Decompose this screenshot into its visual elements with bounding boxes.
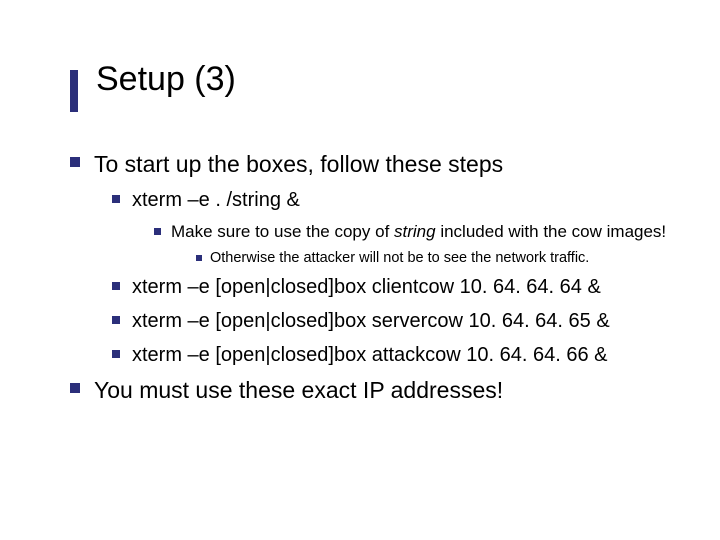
square-bullet-icon — [196, 255, 202, 261]
bullet-level1: To start up the boxes, follow these step… — [70, 150, 680, 179]
square-bullet-icon — [154, 228, 161, 235]
title-accent-bar — [70, 70, 78, 112]
bullet-text: To start up the boxes, follow these step… — [94, 150, 503, 179]
slide-title: Setup (3) — [96, 60, 236, 99]
bullet-text: xterm –e . /string & — [132, 187, 300, 213]
title-block: Setup (3) — [70, 60, 236, 99]
bullet-text: Otherwise the attacker will not be to se… — [210, 249, 589, 268]
slide-body: To start up the boxes, follow these step… — [70, 150, 680, 412]
square-bullet-icon — [112, 316, 120, 324]
bullet-text: xterm –e [open|closed]box attackcow 10. … — [132, 342, 607, 368]
text-run-italic: string — [394, 222, 436, 241]
bullet-level2: xterm –e [open|closed]box servercow 10. … — [112, 308, 680, 334]
bullet-text: You must use these exact IP addresses! — [94, 376, 503, 405]
slide: Setup (3) To start up the boxes, follow … — [0, 0, 720, 540]
bullet-level4: Otherwise the attacker will not be to se… — [196, 249, 680, 268]
bullet-level2: xterm –e [open|closed]box clientcow 10. … — [112, 274, 680, 300]
bullet-text: xterm –e [open|closed]box servercow 10. … — [132, 308, 610, 334]
square-bullet-icon — [112, 282, 120, 290]
square-bullet-icon — [112, 350, 120, 358]
bullet-level2: xterm –e [open|closed]box attackcow 10. … — [112, 342, 680, 368]
bullet-level3: Make sure to use the copy of string incl… — [154, 221, 680, 243]
bullet-level2: xterm –e . /string & — [112, 187, 680, 213]
square-bullet-icon — [70, 383, 80, 393]
square-bullet-icon — [112, 195, 120, 203]
text-run: Make sure to use the copy of — [171, 222, 394, 241]
square-bullet-icon — [70, 157, 80, 167]
bullet-text: xterm –e [open|closed]box clientcow 10. … — [132, 274, 601, 300]
bullet-level1: You must use these exact IP addresses! — [70, 376, 680, 405]
text-run: included with the cow images! — [436, 222, 667, 241]
bullet-text: Make sure to use the copy of string incl… — [171, 221, 666, 243]
